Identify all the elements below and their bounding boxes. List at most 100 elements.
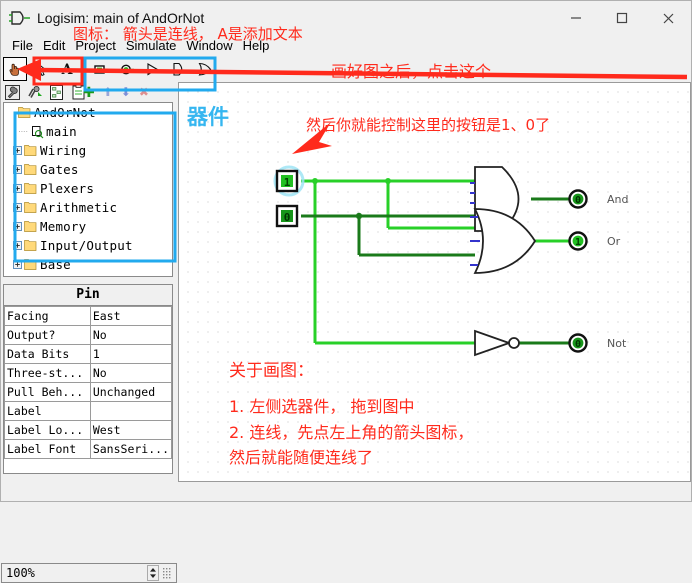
- spinner-arrows-icon: [147, 565, 159, 581]
- wire-junction: [312, 178, 318, 184]
- and-gate-tool-button[interactable]: [167, 57, 191, 81]
- input-pin-tool-button[interactable]: [89, 57, 113, 81]
- attribute-table-title: Pin: [4, 285, 172, 306]
- resize-gripper[interactable]: [162, 566, 174, 580]
- maximize-icon: [616, 12, 628, 24]
- attr-value[interactable]: East: [89, 306, 173, 326]
- attr-value[interactable]: West: [89, 420, 173, 440]
- attr-value[interactable]: Unchanged: [89, 382, 173, 402]
- tree-item-gates[interactable]: Gates: [4, 160, 172, 179]
- not-gate-label: Not: [607, 337, 627, 350]
- expand-toggle-icon[interactable]: [12, 179, 24, 198]
- tree-item-base[interactable]: Base: [4, 255, 172, 274]
- annotation-step-2: 2. 连线，先点左上角的箭头图标，: [229, 423, 474, 442]
- tree-item-label: main: [46, 124, 77, 139]
- arrow-down-icon[interactable]: ⬇: [117, 85, 135, 99]
- attribute-action-row: ✚ ⬆ ⬇ ✖: [3, 82, 173, 102]
- or-gate: [470, 208, 537, 274]
- arrow-cursor-icon: [36, 61, 48, 77]
- plus-icon[interactable]: ✚: [79, 84, 99, 101]
- attr-key: Three-st...: [4, 363, 91, 383]
- menu-file[interactable]: File: [7, 38, 38, 53]
- table-row[interactable]: Data Bits 1: [4, 344, 173, 364]
- or-gate-icon: [198, 62, 212, 76]
- close-button[interactable]: [645, 1, 691, 35]
- text-tool-button[interactable]: A: [55, 57, 79, 81]
- tree-item-plexers[interactable]: Plexers: [4, 179, 172, 198]
- input-pin-icon: [94, 65, 108, 74]
- attr-key: Label: [4, 401, 91, 421]
- attr-value[interactable]: [89, 401, 173, 421]
- minimize-button[interactable]: [553, 1, 599, 35]
- folder-icon: [18, 103, 32, 122]
- table-row[interactable]: Label: [4, 401, 173, 421]
- select-tool-button[interactable]: [29, 57, 53, 81]
- project-explorer-tree[interactable]: AndOrNot main Wiring Gates Plexers Arith…: [3, 102, 173, 277]
- left-panel: AndOrNot main Wiring Gates Plexers Arith…: [1, 82, 177, 583]
- tree-item-label: Base: [40, 257, 71, 272]
- circuit-icon: [30, 122, 44, 141]
- tree-item-main[interactable]: main: [4, 122, 172, 141]
- attr-value[interactable]: SansSeri...: [89, 439, 173, 459]
- expand-toggle-icon[interactable]: [12, 255, 24, 274]
- maximize-button[interactable]: [599, 1, 645, 35]
- folder-icon: [24, 198, 38, 217]
- not-gate-icon: [147, 63, 159, 76]
- not-gate-tool-button[interactable]: [141, 57, 165, 81]
- tree-item-label: AndOrNot: [34, 105, 96, 120]
- zoom-level: 100%: [6, 566, 35, 580]
- tree-item-label: Wiring: [40, 143, 87, 158]
- pin-value: 0: [284, 211, 291, 224]
- pin-value: 0: [575, 339, 581, 350]
- expand-toggle-icon[interactable]: [12, 198, 24, 217]
- attr-value[interactable]: No: [89, 363, 173, 383]
- not-gate: [474, 329, 520, 357]
- tree-handle-dotted: [18, 122, 30, 141]
- expand-toggle-icon[interactable]: [12, 217, 24, 236]
- tree-handle: [6, 103, 18, 122]
- annotation-step-1: 1. 左侧选器件， 拖到图中: [229, 397, 415, 416]
- folder-icon: [24, 217, 38, 236]
- annotation-control-buttons: 然后你就能控制这里的按钮是1、0了: [306, 116, 551, 134]
- output-pin-tool-button[interactable]: [115, 57, 139, 81]
- tree-item-wiring[interactable]: Wiring: [4, 141, 172, 160]
- arrow-up-icon[interactable]: ⬆: [99, 85, 117, 99]
- poke-tool-button[interactable]: [3, 57, 27, 81]
- folder-icon: [24, 255, 38, 274]
- wire-junction: [385, 178, 391, 184]
- tree-item-andornot[interactable]: AndOrNot: [4, 103, 172, 122]
- expand-toggle-icon[interactable]: [12, 236, 24, 255]
- or-gate-label: Or: [607, 235, 621, 248]
- attr-value[interactable]: 1: [89, 344, 173, 364]
- attribute-table: Pin Facing East Output? No Data Bits 1 T…: [3, 284, 173, 474]
- output-pin-icon: [121, 64, 134, 75]
- expand-toggle-icon[interactable]: [12, 141, 24, 160]
- or-gate-tool-button[interactable]: [193, 57, 217, 81]
- tree-item-memory[interactable]: Memory: [4, 217, 172, 236]
- attr-value[interactable]: No: [89, 325, 173, 345]
- expand-toggle-icon[interactable]: [12, 160, 24, 179]
- logisim-window: Logisim: main of AndOrNot File Edit Proj…: [0, 0, 692, 583]
- attr-key: Pull Beh...: [4, 382, 91, 402]
- attr-key: Output?: [4, 325, 91, 345]
- annotation-about-drawing: 关于画图：: [229, 361, 314, 381]
- menu-edit[interactable]: Edit: [38, 38, 70, 53]
- input-pin-2: 0: [275, 204, 299, 228]
- tree-item-input-output[interactable]: Input/Output: [4, 236, 172, 255]
- cross-icon[interactable]: ✖: [135, 85, 153, 99]
- table-row[interactable]: Pull Beh... Unchanged: [4, 382, 173, 402]
- folder-icon: [24, 160, 38, 179]
- pin-value: 1: [575, 237, 581, 248]
- table-row[interactable]: Three-st... No: [4, 363, 173, 383]
- table-row[interactable]: Output? No: [4, 325, 173, 345]
- attr-key: Label Lo...: [4, 420, 91, 440]
- table-row[interactable]: Facing East: [4, 306, 173, 326]
- tree-item-label: Plexers: [40, 181, 95, 196]
- table-row[interactable]: Label Lo... West: [4, 420, 173, 440]
- tree-item-label: Arithmetic: [40, 200, 118, 215]
- folder-icon: [24, 141, 38, 160]
- tree-item-arithmetic[interactable]: Arithmetic: [4, 198, 172, 217]
- table-row[interactable]: Label Font SansSeri...: [4, 439, 173, 459]
- or-output-pin: 1: [568, 231, 588, 251]
- zoom-stepper[interactable]: [146, 565, 160, 581]
